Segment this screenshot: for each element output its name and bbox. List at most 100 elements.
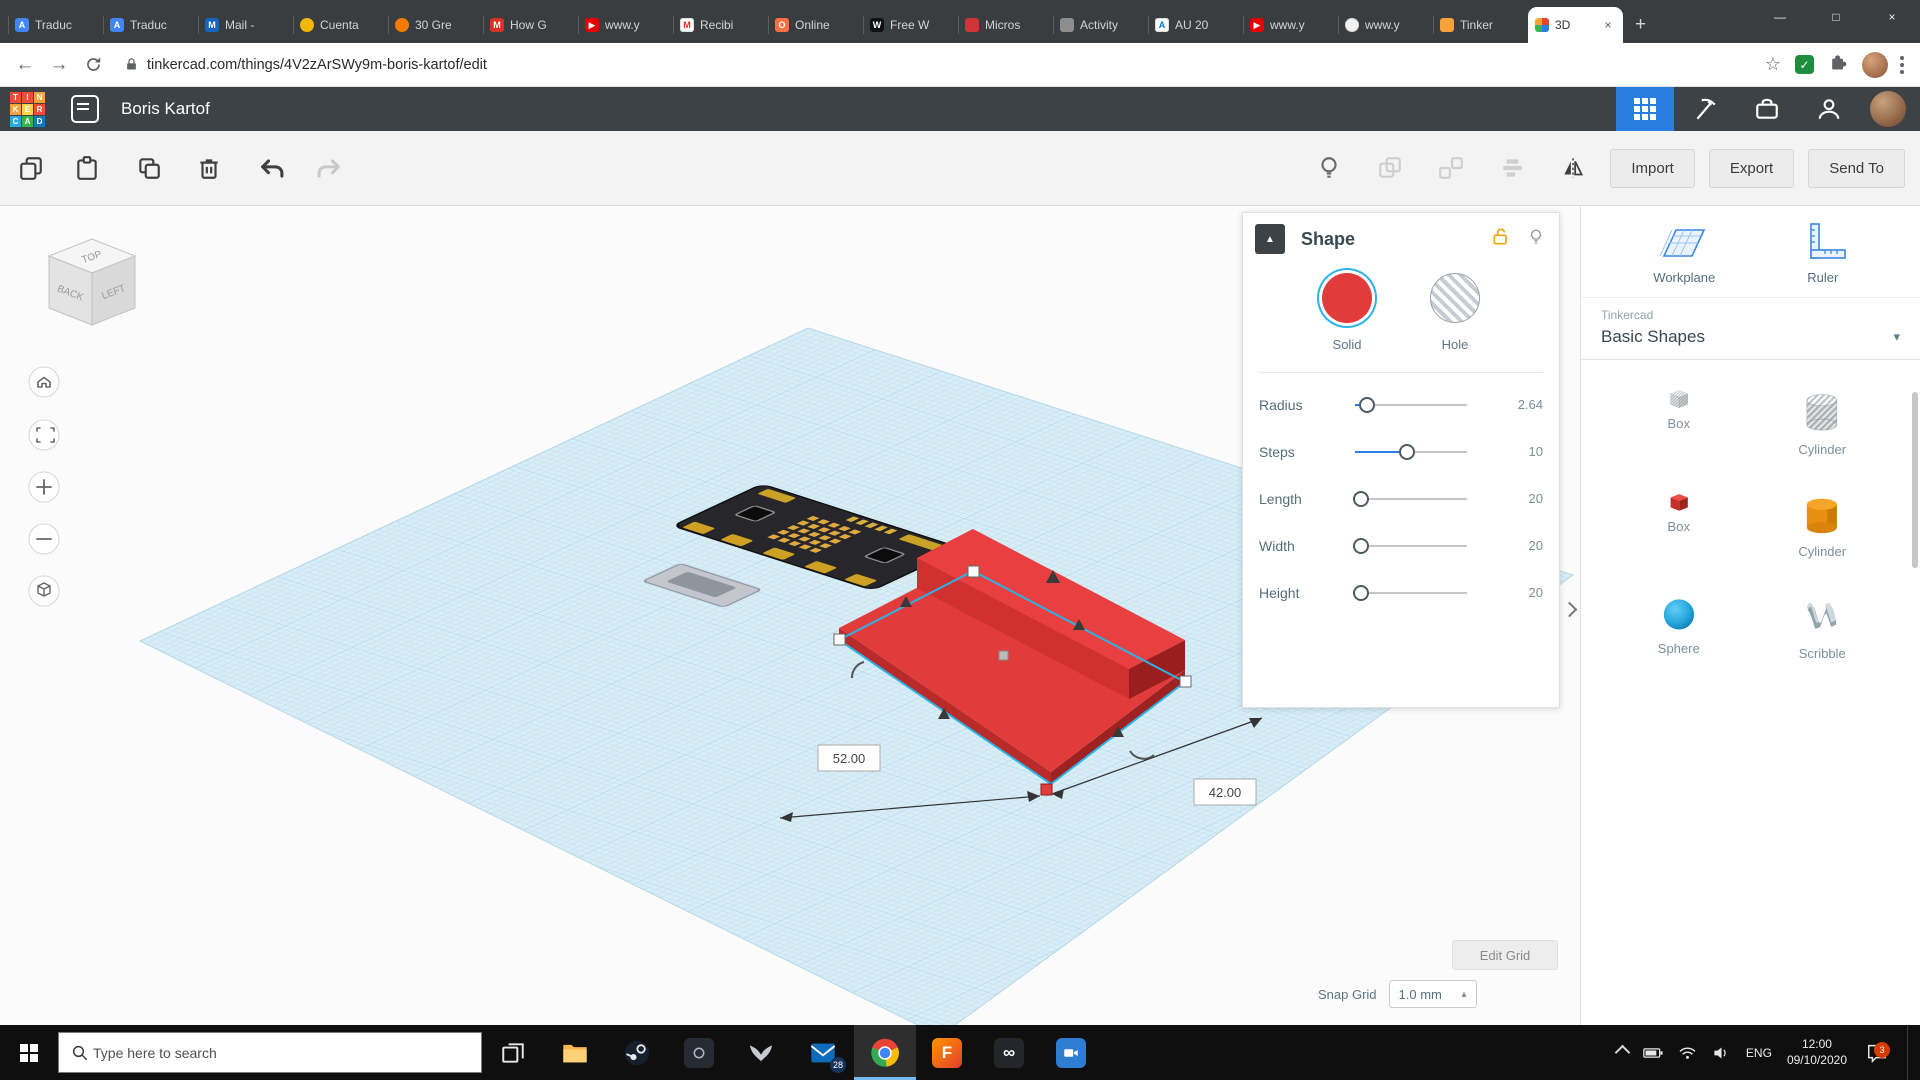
browser-tab[interactable]: 3D × xyxy=(1528,7,1623,43)
slider-handle[interactable] xyxy=(1353,585,1369,601)
outlook-mail-icon[interactable]: 28 xyxy=(792,1025,854,1080)
maximize-button[interactable]: □ xyxy=(1808,0,1864,34)
corner-scale-handle[interactable] xyxy=(968,566,979,577)
slider-track[interactable] xyxy=(1355,538,1467,554)
show-desktop-button[interactable] xyxy=(1907,1025,1914,1080)
app-icon-dark[interactable] xyxy=(668,1025,730,1080)
url-text[interactable]: tinkercad.com/things/4V2zArSWy9m-boris-k… xyxy=(147,57,487,73)
slider-handle[interactable] xyxy=(1399,444,1415,460)
tinkercad-logo[interactable]: TIN KER CAD xyxy=(10,92,45,127)
bookmark-star-icon[interactable]: ☆ xyxy=(1765,54,1781,75)
sidebar-collapse-chevron[interactable] xyxy=(1564,602,1575,620)
shape-tile-sphere[interactable]: Sphere xyxy=(1658,593,1700,661)
shape-tile-cylinder[interactable]: Cylinder xyxy=(1798,491,1846,560)
taskbar-clock[interactable]: 12:00 09/10/2020 xyxy=(1787,1037,1847,1068)
file-explorer-icon[interactable] xyxy=(544,1025,606,1080)
sidebar-scrollbar[interactable] xyxy=(1912,392,1918,568)
user-avatar[interactable] xyxy=(1870,91,1906,127)
design-title[interactable]: Boris Kartof xyxy=(121,99,210,119)
center-handle[interactable] xyxy=(999,651,1008,660)
browser-tab[interactable]: ▶ www.y xyxy=(578,7,673,43)
duplicate-button[interactable] xyxy=(126,145,172,191)
shape-tile-box-hole[interactable]: Box xyxy=(1668,388,1690,457)
fit-view-button[interactable] xyxy=(29,420,59,450)
tray-expand-chevron[interactable] xyxy=(1615,1045,1631,1061)
slider-handle[interactable] xyxy=(1353,491,1369,507)
slider-value[interactable]: 20 xyxy=(1467,538,1543,553)
tab-close-icon[interactable]: × xyxy=(1600,17,1616,33)
perspective-toggle-button[interactable] xyxy=(29,576,59,606)
f-app-icon[interactable]: F xyxy=(916,1025,978,1080)
browser-tab[interactable]: Cuenta xyxy=(293,7,388,43)
show-all-bulb-button[interactable] xyxy=(1306,145,1352,191)
home-view-button[interactable] xyxy=(29,367,59,397)
edit-grid-button[interactable]: Edit Grid xyxy=(1452,940,1558,970)
slider-handle[interactable] xyxy=(1359,397,1375,413)
active-corner-handle[interactable] xyxy=(1041,784,1052,795)
undo-button[interactable] xyxy=(249,145,295,191)
hole-option[interactable]: Hole xyxy=(1425,268,1485,352)
omnibox[interactable]: tinkercad.com/things/4V2zArSWy9m-boris-k… xyxy=(124,56,1753,73)
start-button[interactable] xyxy=(0,1025,58,1080)
shape-tile-scribble[interactable]: Scribble xyxy=(1799,593,1846,661)
browser-tab[interactable]: Activity xyxy=(1053,7,1148,43)
dimension-width-value[interactable]: 52.00 xyxy=(833,751,866,766)
new-tab-button[interactable]: + xyxy=(1635,15,1646,34)
notification-center-button[interactable]: 3 xyxy=(1862,1036,1892,1070)
browser-tab[interactable]: ▶ www.y xyxy=(1243,7,1338,43)
slider-track[interactable] xyxy=(1355,491,1467,507)
browser-tab[interactable]: Tinker xyxy=(1433,7,1528,43)
close-button[interactable]: × xyxy=(1864,0,1920,34)
slider-value[interactable]: 10 xyxy=(1467,444,1543,459)
back-button[interactable]: ← xyxy=(8,54,42,76)
browser-tab[interactable]: M Mail - xyxy=(198,7,293,43)
panel-collapse-button[interactable]: ▲ xyxy=(1255,224,1285,254)
corner-scale-handle[interactable] xyxy=(1180,676,1191,687)
browser-tab[interactable]: www.y xyxy=(1338,7,1433,43)
slider-value[interactable]: 20 xyxy=(1467,491,1543,506)
profile-person-icon[interactable] xyxy=(1798,96,1860,122)
browser-tab[interactable]: 30 Gre xyxy=(388,7,483,43)
shape-tile-cylinder-hole[interactable]: Cylinder xyxy=(1798,388,1846,457)
browser-tab[interactable]: O Online xyxy=(768,7,863,43)
browser-menu-icon[interactable] xyxy=(1900,56,1904,74)
snap-grid-select[interactable]: 1.0 mm ▴ xyxy=(1389,980,1477,1008)
viewport-3d[interactable]: 52.00 42.00 TOP BACK LEFT xyxy=(0,206,1580,1025)
lock-icon[interactable] xyxy=(1491,226,1511,253)
chevron-down-icon[interactable]: ▾ xyxy=(1893,329,1900,345)
design-list-icon[interactable] xyxy=(71,95,99,123)
solid-option[interactable]: Solid xyxy=(1317,268,1377,352)
copy-button[interactable] xyxy=(8,145,54,191)
forward-button[interactable]: → xyxy=(42,54,76,76)
chrome-icon-active[interactable] xyxy=(854,1025,916,1080)
ruler-tool[interactable]: Ruler xyxy=(1754,222,1893,285)
redo-button[interactable] xyxy=(306,145,352,191)
ungroup-button[interactable] xyxy=(1428,145,1474,191)
extensions-puzzle-icon[interactable] xyxy=(1828,52,1848,77)
taskbar-search[interactable]: Type here to search xyxy=(58,1032,482,1073)
extension-check-icon[interactable]: ✓ xyxy=(1795,55,1814,74)
slider-value[interactable]: 2.64 xyxy=(1467,397,1543,412)
refresh-button[interactable] xyxy=(76,55,110,74)
group-button[interactable] xyxy=(1367,145,1413,191)
browser-tab[interactable]: M Recibi xyxy=(673,7,768,43)
shape-tile-box[interactable]: Box xyxy=(1668,491,1690,560)
dimension-length-value[interactable]: 42.00 xyxy=(1209,785,1242,800)
paste-button[interactable] xyxy=(64,145,110,191)
workplane-tool[interactable]: Workplane xyxy=(1615,222,1754,285)
shape-category-dropdown[interactable]: Tinkercad Basic Shapes ▾ xyxy=(1581,297,1920,360)
video-app-icon[interactable] xyxy=(1040,1025,1102,1080)
battery-icon[interactable] xyxy=(1643,1045,1663,1061)
slider-handle[interactable] xyxy=(1353,538,1369,554)
export-button[interactable]: Export xyxy=(1709,149,1794,188)
bulb-icon[interactable] xyxy=(1527,226,1545,253)
browser-tab[interactable]: W Free W xyxy=(863,7,958,43)
browser-profile-avatar[interactable] xyxy=(1862,52,1888,78)
browser-tab[interactable]: A Traduc xyxy=(103,7,198,43)
wifi-icon[interactable] xyxy=(1678,1045,1697,1061)
delete-button[interactable] xyxy=(186,145,232,191)
view-cube[interactable]: TOP BACK LEFT xyxy=(49,239,135,325)
slider-track[interactable] xyxy=(1355,397,1467,413)
briefcase-icon[interactable] xyxy=(1736,96,1798,122)
dashboard-grid-button[interactable] xyxy=(1616,87,1674,131)
